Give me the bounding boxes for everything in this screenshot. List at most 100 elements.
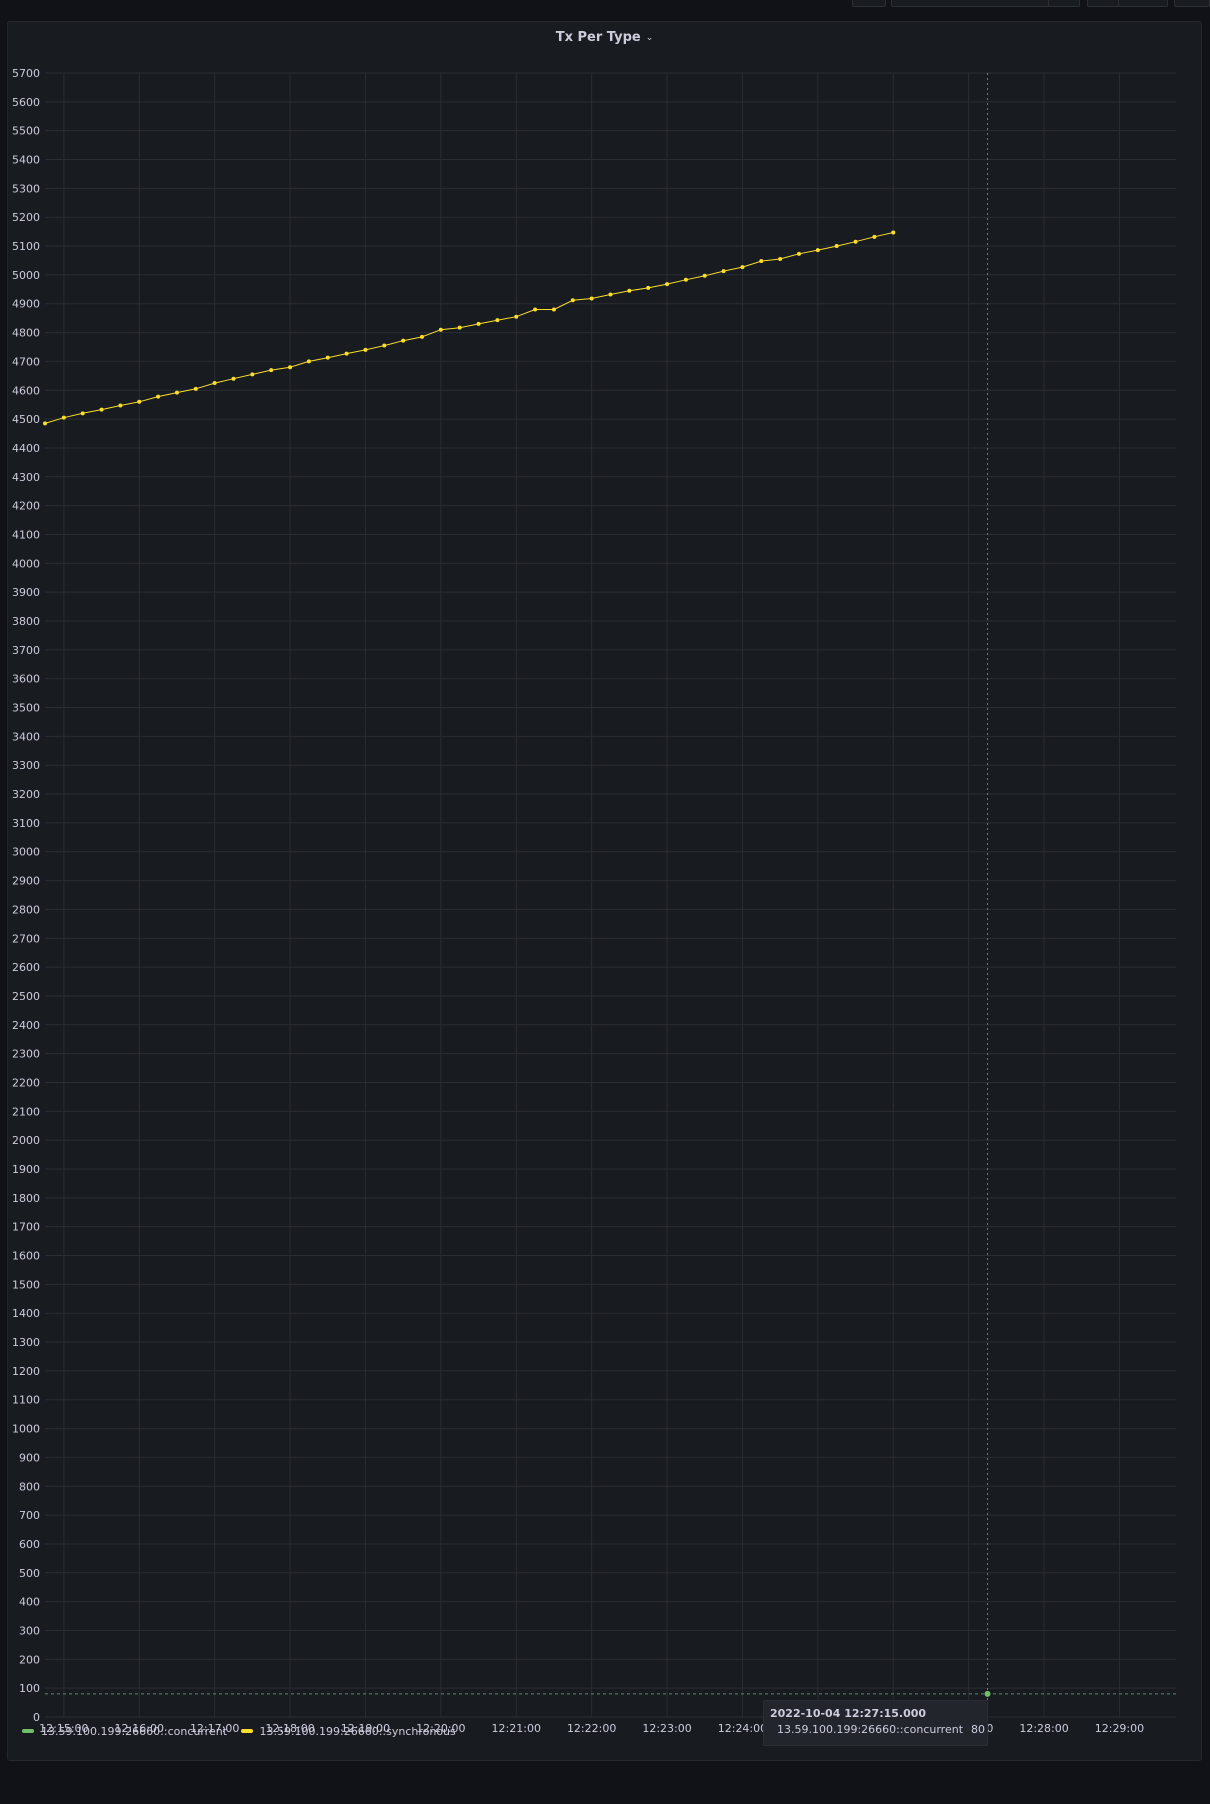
data-point-synchronous [401,338,406,343]
data-point-synchronous [872,234,877,239]
data-point-synchronous [61,415,66,420]
y-tick-label: 1700 [12,1221,40,1234]
legend-label-concurrent: 13.59.100.199:26660::concurrent [41,1724,228,1738]
data-point-synchronous [853,239,858,244]
series-line-synchronous [44,232,894,424]
data-point-synchronous [288,365,293,370]
x-tick-label: 12:22:00 [567,1722,616,1735]
y-tick-label: 2200 [12,1076,40,1089]
data-point-synchronous [193,386,198,391]
legend-swatch-synchronous [240,1729,253,1733]
y-tick-label: 5300 [12,182,40,195]
y-tick-label: 2100 [12,1105,40,1118]
y-tick-label: 1400 [12,1307,40,1320]
data-point-synchronous [363,347,368,352]
y-tick-label: 5000 [12,269,40,282]
data-point-concurrent [984,1690,991,1697]
y-tick-label: 1600 [12,1250,40,1263]
data-point-synchronous [608,292,613,297]
data-point-synchronous [43,421,47,426]
y-tick-label: 3100 [12,817,40,830]
y-tick-label: 3900 [12,586,40,599]
y-tick-label: 1800 [12,1192,40,1205]
y-tick-label: 3000 [12,846,40,859]
data-point-synchronous [118,403,123,408]
legend: 13.59.100.199:26660::concurrent 13.59.10… [22,1723,466,1743]
y-tick-label: 400 [19,1596,40,1609]
time-series-chart[interactable]: 0100200300400500600700800900100011001200… [0,0,1210,1804]
data-point-synchronous [382,343,387,348]
y-tick-label: 5700 [12,67,40,80]
y-tick-label: 5100 [12,240,40,253]
data-point-synchronous [457,325,462,330]
tooltip-series-name: 13.59.100.199:26660::concurrent [777,1723,964,1736]
y-tick-label: 4500 [12,413,40,426]
y-tick-label: 3200 [12,788,40,801]
data-point-synchronous [99,407,104,412]
y-tick-label: 600 [19,1538,40,1551]
data-point-synchronous [778,257,783,262]
y-tick-label: 900 [19,1451,40,1464]
y-tick-label: 3700 [12,644,40,657]
y-tick-label: 1200 [12,1365,40,1378]
legend-swatch-concurrent [22,1729,34,1733]
x-tick-label: 12:21:00 [492,1722,541,1735]
y-tick-label: 2700 [12,932,40,945]
data-point-synchronous [721,269,726,274]
y-tick-label: 2900 [12,875,40,888]
tooltip-row-concurrent: 13.59.100.199:26660::concurrent 80 [770,1723,985,1736]
y-tick-label: 5400 [12,154,40,167]
data-point-synchronous [797,251,801,256]
y-tick-label: 4900 [12,298,40,311]
data-point-synchronous [589,296,594,301]
y-tick-label: 2000 [12,1134,40,1147]
legend-item-synchronous[interactable]: 13.59.100.199:26660::synchronous [240,1724,456,1738]
y-tick-label: 4800 [12,327,40,340]
data-point-synchronous [80,411,85,416]
data-point-synchronous [551,307,556,312]
legend-item-concurrent[interactable]: 13.59.100.199:26660::concurrent [22,1725,227,1738]
legend-label-synchronous: 13.59.100.199:26660::synchronous [259,1724,456,1738]
data-point-synchronous [514,314,519,319]
data-point-synchronous [250,372,255,377]
data-point-synchronous [683,277,688,282]
y-tick-label: 1900 [12,1163,40,1176]
y-tick-label: 4700 [12,355,40,368]
y-tick-label: 4300 [12,471,40,484]
y-tick-label: 2400 [12,1019,40,1032]
data-point-synchronous [495,318,500,323]
data-point-synchronous [306,359,311,364]
y-tick-label: 300 [19,1624,40,1637]
data-point-synchronous [646,285,651,290]
y-tick-label: 2800 [12,903,40,916]
y-tick-label: 5600 [12,96,40,109]
y-tick-label: 100 [19,1682,40,1695]
data-point-synchronous [174,390,179,395]
data-point-synchronous [891,230,896,235]
y-tick-label: 4400 [12,442,40,455]
x-tick-label: 12:29:00 [1095,1722,1144,1735]
y-tick-label: 3800 [12,615,40,628]
y-tick-label: 4000 [12,557,40,570]
data-point-synchronous [740,265,745,270]
y-tick-label: 3300 [12,759,40,772]
x-tick-label: 12:23:00 [642,1722,691,1735]
data-point-synchronous [137,399,142,404]
data-point-synchronous [627,288,632,293]
y-tick-label: 1500 [12,1278,40,1291]
data-point-synchronous [156,394,161,399]
data-point-synchronous [702,273,707,278]
y-tick-label: 2300 [12,1048,40,1061]
data-point-synchronous [533,307,538,312]
data-point-synchronous [231,376,236,381]
y-tick-label: 3600 [12,673,40,686]
y-tick-label: 1000 [12,1423,40,1436]
y-tick-label: 4600 [12,384,40,397]
data-point-synchronous [476,321,481,326]
y-tick-label: 500 [19,1567,40,1580]
data-point-synchronous [438,327,443,332]
y-tick-label: 3400 [12,730,40,743]
data-point-synchronous [325,355,330,360]
data-point-synchronous [570,298,575,303]
data-point-synchronous [420,334,424,339]
